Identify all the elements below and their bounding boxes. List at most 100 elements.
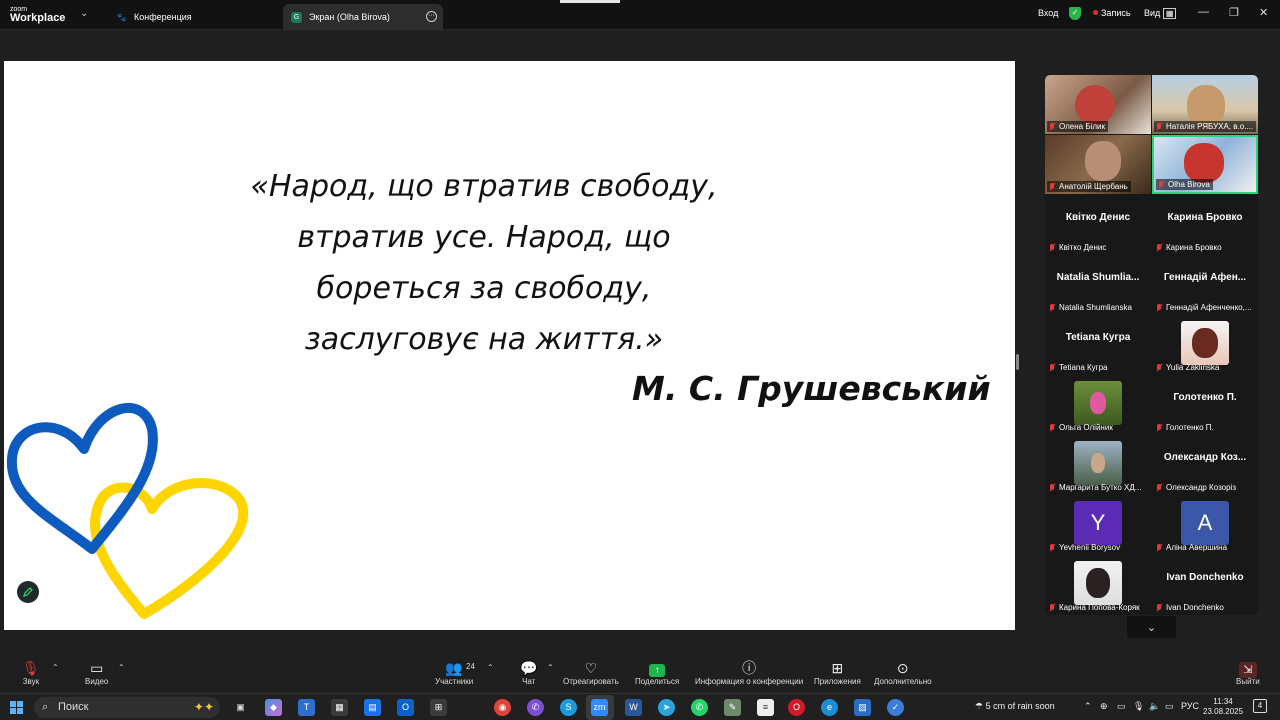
audio-options-caret[interactable]: ⌃ (52, 663, 59, 672)
participant-tile[interactable]: A Аліна Авершина (1152, 495, 1258, 555)
participant-gallery: Олена Білик Наталія РЯБУХА, в.о.... Анат… (1045, 75, 1258, 615)
mic-tray-icon[interactable]: 🎙 (1133, 701, 1144, 712)
app-icon[interactable]: ✎ (724, 699, 741, 716)
participant-tile[interactable]: Y Yevhenii Borysov (1045, 495, 1151, 555)
copilot-icon[interactable]: ◆ (265, 699, 282, 716)
record-indicator[interactable]: Запись (1093, 8, 1131, 18)
notification-badge[interactable]: 4 (1253, 699, 1267, 713)
skype-icon[interactable]: S (560, 699, 577, 716)
mic-muted-icon (1156, 243, 1162, 252)
participant-tile[interactable]: Олена Білик (1045, 75, 1151, 134)
mic-muted-icon (1156, 603, 1162, 612)
language-indicator[interactable]: РУС (1181, 701, 1199, 711)
tray-app-icon[interactable]: ⊕ (1100, 701, 1108, 712)
minimize-icon[interactable]: — (1198, 6, 1209, 18)
speaker-icon[interactable]: 🔈 (1149, 701, 1160, 712)
quote-line: «Народ, що втратив свободу, (250, 169, 718, 204)
mic-muted-icon: 🎙 (22, 660, 40, 676)
teams-icon[interactable]: T (298, 699, 315, 716)
taskbar-clock[interactable]: 11:34 23.08.2025 (1203, 697, 1243, 717)
meeting-info-button[interactable]: ⓘ Информация о конференции (695, 659, 803, 686)
participant-display-name: Голотенко П. (1173, 392, 1237, 403)
participant-tile[interactable]: Ivan Donchenko Ivan Donchenko (1152, 555, 1258, 615)
ukraine-hearts-image (6, 402, 249, 619)
participants-options-caret[interactable]: ⌃ (487, 663, 494, 672)
participant-display-name: Ivan Donchenko (1166, 572, 1244, 583)
apps-button[interactable]: ⊞ Приложения (814, 659, 861, 686)
word-icon[interactable]: W (625, 699, 642, 716)
participant-display-name: Карина Бровко (1167, 212, 1243, 223)
tray-expand-icon[interactable]: ⌃ (1084, 701, 1092, 712)
tab-conference[interactable]: 🐾 Конференция (108, 4, 278, 30)
participant-tile[interactable]: Маргарита Бутко ХД... (1045, 435, 1151, 495)
participant-tile[interactable]: Natalia Shumlia... Natalia Shumlianska (1045, 255, 1151, 315)
checkmark-app-icon[interactable]: ✓ (887, 699, 904, 716)
more-button[interactable]: ⊙ Дополнительно (874, 659, 932, 686)
share-button[interactable]: ↑ Поделиться (635, 659, 679, 686)
calculator-icon[interactable]: ▦ (331, 699, 348, 716)
participant-tile[interactable]: Карина Попова-Коряк (1045, 555, 1151, 615)
participant-tile[interactable]: Геннадій Афен... Геннадій Афенченко,... (1152, 255, 1258, 315)
opera-icon[interactable]: O (788, 699, 805, 716)
mic-muted-icon (1049, 182, 1055, 191)
participant-tile-active-speaker[interactable]: Olha Birova (1152, 135, 1258, 194)
react-button[interactable]: ♡ Отреагировать (563, 659, 619, 686)
participant-tile[interactable]: Наталія РЯБУХА, в.о.... (1152, 75, 1258, 134)
camera-tray-icon[interactable]: ▭ (1117, 701, 1126, 712)
participant-tile[interactable]: Tetiana Кугра Tetiana Кугра (1045, 315, 1151, 375)
participant-tile[interactable]: Ольга Олійник (1045, 375, 1151, 435)
battery-icon[interactable]: ▭ (1165, 701, 1174, 712)
audio-button[interactable]: 🎙 Звук (22, 659, 40, 686)
annotate-pen-icon[interactable] (17, 581, 39, 603)
participant-name: Yulia Zaklinska (1154, 362, 1222, 373)
notepad-icon[interactable]: ≡ (757, 699, 774, 716)
shield-check-icon[interactable]: ✓ (1069, 7, 1081, 20)
restore-icon[interactable]: ❐ (1229, 6, 1239, 19)
tab-screen-share[interactable]: G Экран (Olha Birova) ··· (283, 4, 443, 30)
weather-text: 5 cm of rain soon (985, 701, 1055, 711)
calendar-icon[interactable]: ▤ (364, 699, 381, 716)
participant-tile[interactable]: Квітко Денис Квітко Денис (1045, 195, 1151, 255)
taskbar-search[interactable]: ⌕ Поиск ✦✦ (34, 697, 220, 718)
share-indicator (560, 0, 620, 3)
mic-muted-icon (1049, 543, 1055, 552)
view-button[interactable]: Вид ▦ (1144, 8, 1177, 19)
participants-count: 24 (466, 662, 475, 671)
participant-tile[interactable]: Карина Бровко Карина Бровко (1152, 195, 1258, 255)
participant-tile[interactable]: Голотенко П. Голотенко П. (1152, 375, 1258, 435)
edge-icon[interactable]: e (821, 699, 838, 716)
viber-icon[interactable]: ✆ (527, 699, 544, 716)
outlook-icon[interactable]: O (397, 699, 414, 716)
audio-label: Звук (22, 677, 40, 686)
close-icon[interactable]: ✕ (1259, 6, 1268, 19)
resize-handle[interactable] (1016, 354, 1019, 370)
participant-tile[interactable]: Олександр Коз... Олександр Козоріз (1152, 435, 1258, 495)
participant-display-name: Геннадій Афен... (1163, 272, 1247, 283)
chevron-down-icon: ⌄ (1146, 621, 1157, 634)
chevron-down-icon[interactable]: ⌄ (80, 8, 88, 19)
remote-desktop-icon[interactable]: ▨ (854, 699, 871, 716)
chrome-icon[interactable]: ◉ (494, 699, 511, 716)
signin-button[interactable]: Вход (1038, 8, 1058, 18)
screen-icon: G (291, 11, 302, 23)
video-options-caret[interactable]: ⌃ (118, 663, 125, 672)
store-icon[interactable]: ⊞ (430, 699, 447, 716)
video-button[interactable]: ▭ Видео (85, 659, 108, 686)
participant-tile[interactable]: Yulia Zaklinska (1152, 315, 1258, 375)
whatsapp-icon[interactable]: ✆ (691, 699, 708, 716)
windows-start-icon[interactable] (10, 701, 23, 714)
task-view-icon[interactable]: ▣ (232, 699, 249, 716)
participant-tile[interactable]: Анатолій Щербань (1045, 135, 1151, 194)
zoom-logo[interactable]: zoom Workplace (10, 5, 65, 24)
more-icon[interactable]: ··· (426, 11, 437, 22)
telegram-icon[interactable]: ➤ (658, 699, 675, 716)
chat-button[interactable]: 💬 Чат (520, 659, 537, 686)
participant-display-name: Квітко Денис (1065, 212, 1131, 223)
leave-button[interactable]: ⇲ Выйти (1236, 659, 1260, 686)
yellow-heart (90, 478, 249, 619)
chat-options-caret[interactable]: ⌃ (547, 663, 554, 672)
weather-widget[interactable]: ☂ 5 cm of rain soon (975, 701, 1055, 712)
zoom-icon[interactable]: zm (591, 699, 608, 716)
participant-name: Yevhenii Borysov (1047, 542, 1123, 553)
gallery-scroll-down-button[interactable]: ⌄ (1127, 616, 1176, 638)
